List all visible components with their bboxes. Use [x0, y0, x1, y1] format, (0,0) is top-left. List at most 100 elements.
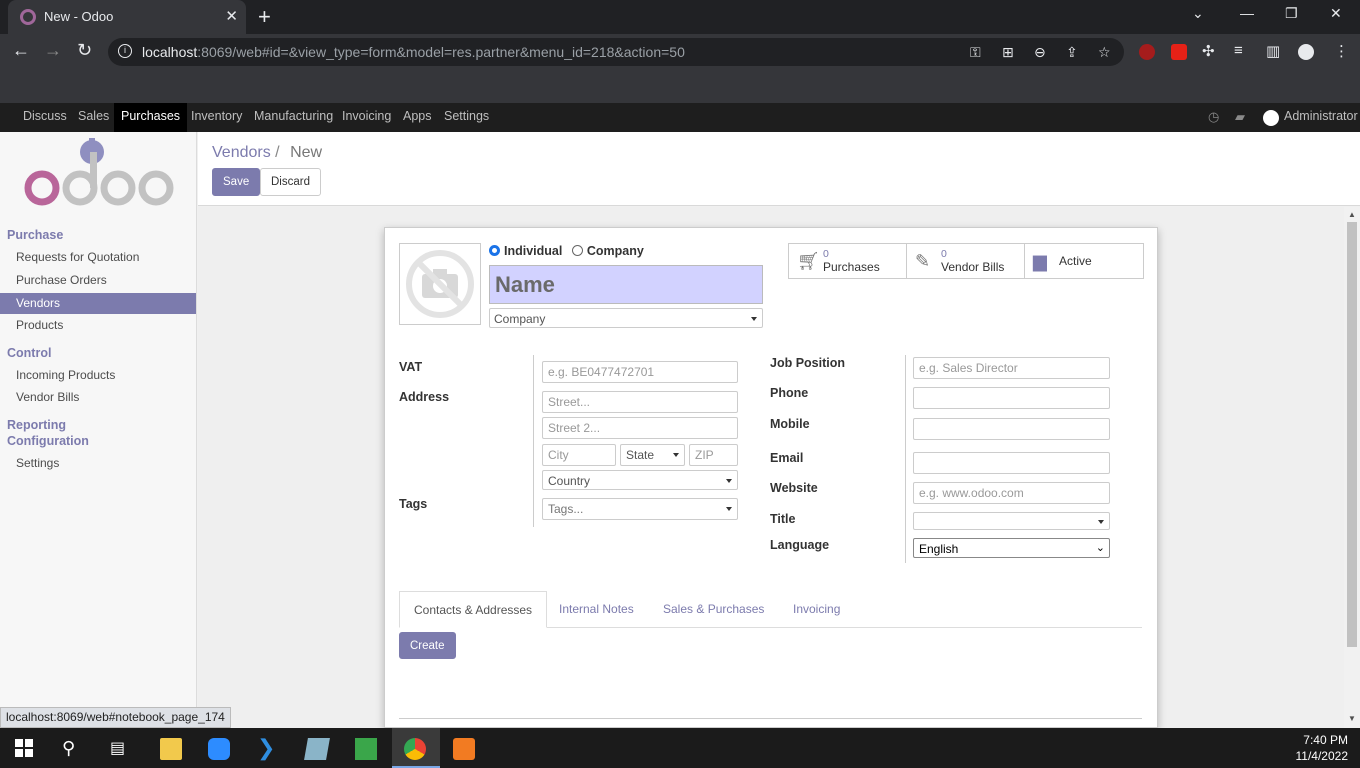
city-input[interactable]: City [542, 444, 616, 466]
radio-checked-icon[interactable] [489, 245, 500, 256]
sidebar-item-purchase-orders[interactable]: Purchase Orders [0, 270, 196, 291]
notes-app-icon[interactable] [304, 738, 330, 760]
sidebar-item-rfq[interactable]: Requests for Quotation [0, 247, 196, 268]
sidebar-item-settings[interactable]: Settings [0, 453, 196, 474]
activity-clock-icon[interactable]: ◷ [1208, 103, 1219, 132]
back-icon[interactable]: ← [12, 40, 30, 61]
tab-sales-purchases[interactable]: Sales & Purchases [649, 591, 778, 628]
reload-icon[interactable]: ↻ [77, 40, 92, 61]
messages-icon[interactable]: ▰ [1235, 103, 1245, 132]
tab-internal-notes[interactable]: Internal Notes [545, 591, 648, 628]
partner-image[interactable] [399, 243, 481, 325]
url-text[interactable]: localhost:8069/web#id=&view_type=form&mo… [142, 44, 685, 60]
tags-select[interactable]: Tags... [542, 498, 738, 520]
extensions-puzzle-icon[interactable]: ✣ [1202, 42, 1215, 60]
minimize-icon[interactable]: — [1240, 5, 1254, 21]
link-status-bar: localhost:8069/web#notebook_page_174 [0, 707, 231, 728]
radio-individual[interactable]: Individual [489, 244, 562, 258]
file-explorer-icon[interactable] [160, 738, 182, 760]
menu-sales[interactable]: Sales [71, 103, 116, 132]
name-input[interactable]: Name [489, 265, 763, 304]
language-select[interactable]: English ⌄ [913, 538, 1110, 558]
zoom-app-icon[interactable] [208, 738, 230, 760]
mobile-label: Mobile [770, 417, 810, 431]
vat-input[interactable]: e.g. BE0477472701 [542, 361, 738, 383]
sidebar-item-vendor-bills[interactable]: Vendor Bills [0, 387, 196, 408]
zoom-icon[interactable]: ⊖ [1034, 44, 1046, 61]
chrome-icon[interactable] [404, 738, 426, 760]
task-view-icon[interactable]: ▤ [110, 738, 132, 760]
youtube-extension-icon[interactable] [1171, 44, 1187, 60]
notepad-plus-icon[interactable] [355, 738, 377, 760]
scroll-down-arrow-icon[interactable]: ▼ [1348, 714, 1356, 723]
sidebar-item-products[interactable]: Products [0, 315, 196, 336]
tab-search-icon[interactable]: ⌄ [1192, 5, 1204, 22]
vscode-icon[interactable]: ❯ [257, 737, 279, 760]
windows-taskbar: ⚲ ▤ ❯ 7:40 PM 11/4/2022 [0, 728, 1360, 768]
job-position-input[interactable]: e.g. Sales Director [913, 357, 1110, 379]
menu-inventory[interactable]: Inventory [184, 103, 249, 132]
create-contact-button[interactable]: Create [399, 632, 456, 659]
radio-unchecked-icon[interactable] [571, 245, 583, 256]
chrome-menu-icon[interactable]: ⋮ [1334, 42, 1349, 60]
street-input[interactable]: Street... [542, 391, 738, 413]
pdf-app-icon[interactable] [453, 738, 475, 760]
job-position-label: Job Position [770, 356, 845, 370]
vertical-scrollbar[interactable]: ▲ ▼ [1344, 207, 1360, 728]
clock-date: 11/4/2022 [1295, 749, 1349, 763]
address-label: Address [399, 390, 450, 404]
scrollbar-thumb[interactable] [1347, 222, 1357, 647]
website-input[interactable]: e.g. www.odoo.com [913, 482, 1110, 504]
country-select[interactable]: Country [542, 470, 738, 490]
windows-start-icon[interactable] [15, 739, 33, 757]
scroll-up-arrow-icon[interactable]: ▲ [1348, 210, 1356, 219]
phone-input[interactable] [913, 387, 1110, 409]
sidebar-item-vendors[interactable]: Vendors [0, 293, 196, 314]
address-bar[interactable]: i localhost:8069/web#id=&view_type=form&… [108, 38, 1124, 66]
save-button[interactable]: Save [212, 168, 261, 196]
discard-button[interactable]: Discard [260, 168, 321, 196]
window-close-icon[interactable]: ✕ [1330, 5, 1342, 22]
vendor-bills-smart-button[interactable]: ✎ 0 Vendor Bills [907, 244, 1025, 278]
key-icon[interactable]: ⚿ [970, 44, 981, 61]
site-info-icon[interactable]: i [118, 44, 132, 58]
purchases-smart-button[interactable]: 🛒︎ 0 Purchases [789, 244, 907, 278]
user-avatar[interactable] [1263, 110, 1279, 126]
radio-company[interactable]: Company [571, 244, 644, 258]
menu-invoicing[interactable]: Invoicing [335, 103, 398, 132]
menu-apps[interactable]: Apps [396, 103, 439, 132]
share-icon[interactable]: ⇪ [1066, 44, 1078, 61]
mobile-input[interactable] [913, 418, 1110, 440]
street2-input[interactable]: Street 2... [542, 417, 738, 439]
menu-settings[interactable]: Settings [437, 103, 496, 132]
translate-icon[interactable]: ⊞ [1002, 44, 1014, 61]
breadcrumb-vendors[interactable]: Vendors [212, 144, 271, 161]
ublock-extension-icon[interactable] [1139, 44, 1155, 60]
email-input[interactable] [913, 452, 1110, 474]
reading-list-icon[interactable]: ≡ [1234, 42, 1243, 59]
profile-icon[interactable] [1298, 44, 1314, 60]
no-photo-camera-icon [406, 250, 474, 318]
sidebar-item-incoming-products[interactable]: Incoming Products [0, 365, 196, 386]
company-select[interactable]: Company [489, 308, 763, 328]
browser-tab[interactable]: New - Odoo ✕ [8, 0, 246, 34]
bookmark-star-icon[interactable]: ☆ [1098, 44, 1111, 61]
forward-icon[interactable]: → [44, 40, 62, 61]
sidebar-section-reporting[interactable]: Reporting [7, 418, 66, 432]
menu-manufacturing[interactable]: Manufacturing [247, 103, 340, 132]
menu-purchases[interactable]: Purchases [114, 103, 188, 132]
tab-close-icon[interactable]: ✕ [225, 7, 238, 25]
side-panel-icon[interactable]: ▥ [1266, 42, 1280, 60]
restore-icon[interactable]: ❐ [1285, 5, 1298, 22]
tab-invoicing[interactable]: Invoicing [779, 591, 854, 628]
active-toggle-button[interactable]: ▆ Active [1025, 244, 1143, 278]
user-menu[interactable]: Administrator [1284, 103, 1358, 132]
zip-input[interactable]: ZIP [689, 444, 738, 466]
menu-discuss[interactable]: Discuss [16, 103, 74, 132]
title-select[interactable] [913, 512, 1110, 530]
state-select[interactable]: State [620, 444, 685, 466]
new-tab-icon[interactable]: + [258, 4, 271, 30]
tab-contacts-addresses[interactable]: Contacts & Addresses [399, 591, 548, 628]
search-icon[interactable]: ⚲ [62, 738, 84, 760]
taskbar-clock[interactable]: 7:40 PM 11/4/2022 [1296, 732, 1349, 764]
